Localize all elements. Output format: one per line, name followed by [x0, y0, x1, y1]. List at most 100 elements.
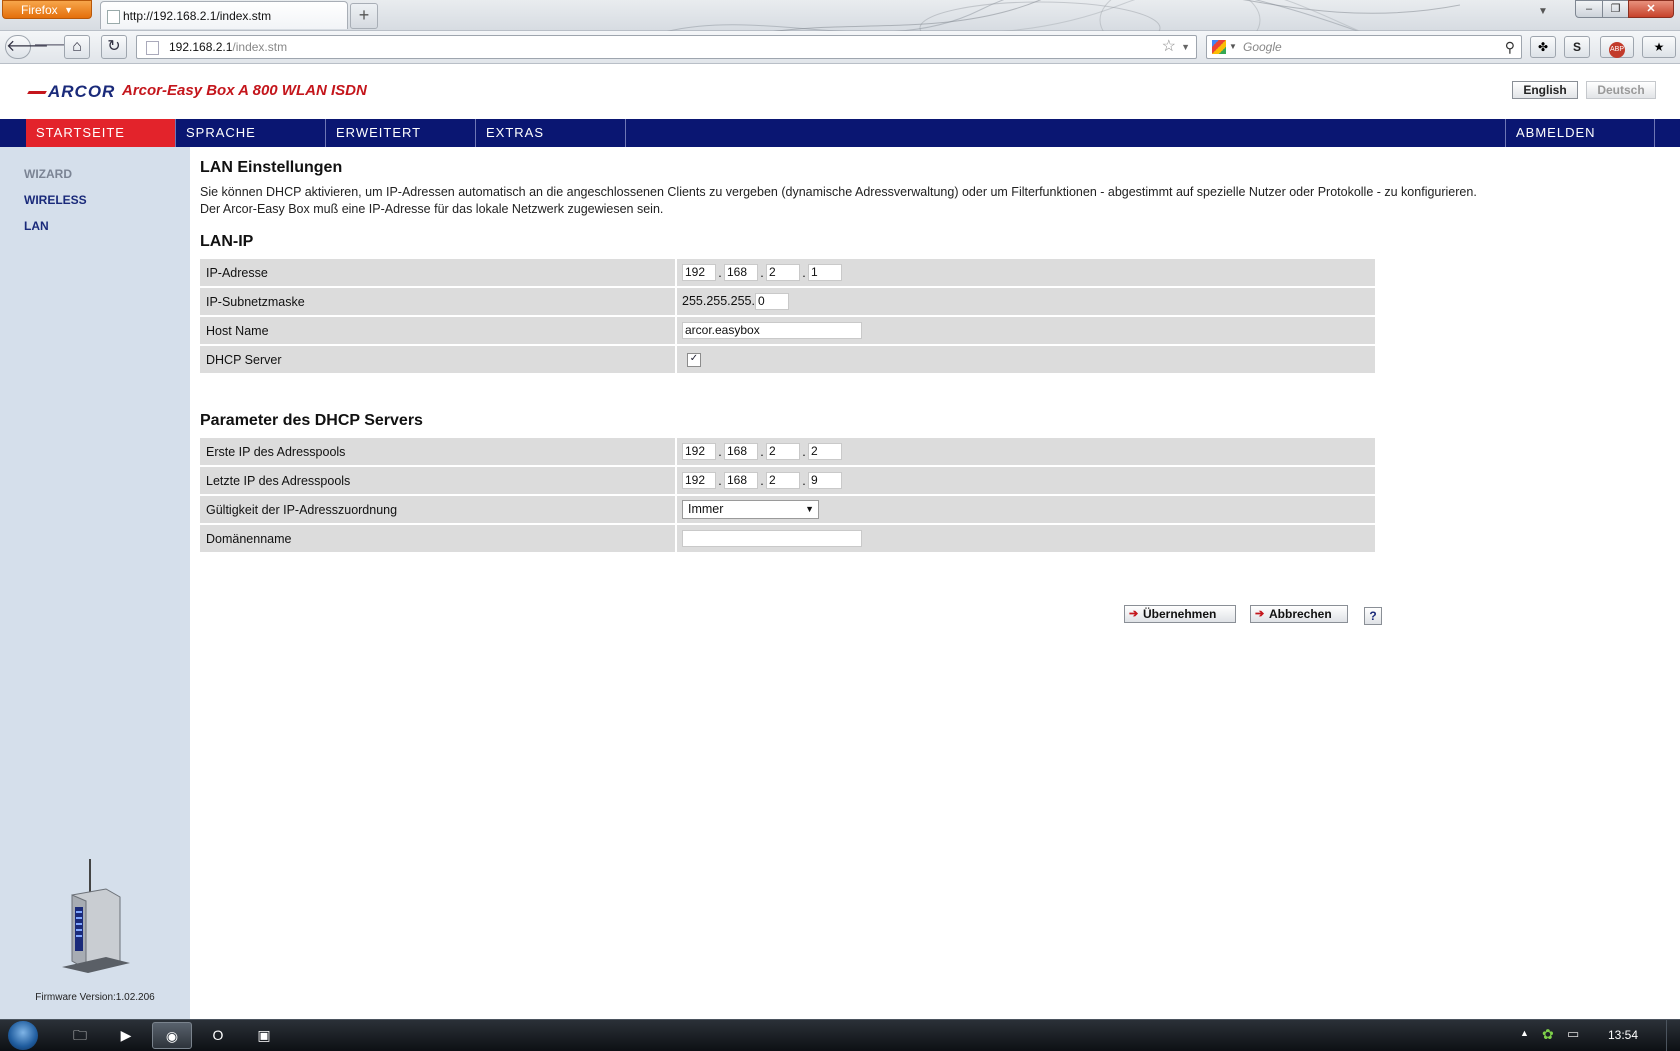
logo-swoosh-icon [27, 91, 47, 95]
firefox-button-label: Firefox [21, 3, 58, 17]
media-player-icon: ▶ [120, 1027, 132, 1043]
table-row: IP-Subnetzmaske 255.255.255. 0 [200, 288, 1375, 315]
chevron-down-icon: ▼ [64, 5, 73, 15]
bookmark-star-icon[interactable]: ☆ [1162, 36, 1176, 58]
domain-name-input[interactable] [682, 530, 862, 547]
browser-tab[interactable]: http://192.168.2.1/index.stm [100, 1, 348, 29]
table-row: Host Name arcor.easybox [200, 317, 1375, 344]
section-title-lan-ip: LAN-IP [200, 233, 254, 250]
ip-octet-3-input[interactable]: 2 [766, 264, 800, 281]
ip-octet-1-input[interactable]: 192 [682, 264, 716, 281]
brand-name: ARCOR [48, 82, 116, 101]
main-menu: STARTSEITE SPRACHE ERWEITERT EXTRAS ABME… [0, 119, 1680, 147]
new-tab-button[interactable]: + [350, 3, 378, 29]
forward-button[interactable]: 🡒 [33, 35, 76, 59]
reload-button[interactable]: ↻ [101, 35, 127, 59]
firefox-icon: ◉ [165, 1028, 179, 1044]
taskbar-media-player-button[interactable]: ▶ [106, 1022, 146, 1049]
ip-address-fields: 192. 168. 2. 1 [677, 259, 1375, 286]
cancel-button-label: Abbrechen [1269, 607, 1332, 621]
search-bar[interactable]: ▼ Google ⚲ [1206, 35, 1522, 59]
menu-extras[interactable]: EXTRAS [476, 119, 626, 147]
ip-octet-4-input[interactable]: 1 [808, 264, 842, 281]
show-hidden-icons-icon[interactable]: ▲ [1520, 1028, 1529, 1038]
addon-puzzle-button[interactable]: ✤ [1530, 36, 1556, 58]
taskbar-app-button[interactable]: ▣ [244, 1022, 284, 1049]
first-ip-octet-4-input[interactable]: 2 [808, 443, 842, 460]
language-deutsch-button[interactable]: Deutsch [1586, 81, 1656, 99]
ip-octet-2-input[interactable]: 168 [724, 264, 758, 281]
puzzle-icon: ✤ [1537, 40, 1549, 54]
subnet-last-octet-input[interactable]: 0 [755, 293, 789, 310]
last-ip-octet-4-input[interactable]: 9 [808, 472, 842, 489]
language-english-button[interactable]: English [1512, 81, 1578, 99]
browser-navigation-bar: 🡐 🡒 ⌂ ↻ 192.168.2.1/index.stm ☆ ▼ ▼ Goog… [0, 31, 1680, 64]
menu-erweitert[interactable]: ERWEITERT [326, 119, 476, 147]
window-close-button[interactable]: ✕ [1628, 0, 1674, 18]
last-ip-octet-1-input[interactable]: 192 [682, 472, 716, 489]
tray-app-icon[interactable]: ✿ [1542, 1026, 1554, 1043]
last-ip-octet-2-input[interactable]: 168 [724, 472, 758, 489]
first-ip-octet-1-input[interactable]: 192 [682, 443, 716, 460]
address-bar[interactable]: 192.168.2.1/index.stm ☆ ▼ [136, 35, 1197, 59]
search-magnifier-icon[interactable]: ⚲ [1505, 36, 1515, 58]
show-desktop-button[interactable] [1666, 1020, 1680, 1051]
product-name: Arcor-Easy Box A 800 WLAN ISDN [122, 82, 367, 99]
host-name-label: Host Name [200, 317, 677, 344]
host-name-cell: arcor.easybox [677, 317, 1375, 344]
adblock-badge-icon: ABP [1609, 42, 1625, 58]
page-favicon-icon [107, 10, 120, 24]
lease-time-value: Immer [688, 502, 724, 516]
taskbar-clock[interactable]: 13:54 [1608, 1028, 1638, 1042]
menu-startseite[interactable]: STARTSEITE [26, 119, 176, 147]
dhcp-server-label: DHCP Server [200, 346, 677, 373]
menu-abmelden[interactable]: ABMELDEN [1505, 119, 1655, 147]
last-ip-label: Letzte IP des Adresspools [200, 467, 677, 494]
adblock-button[interactable]: ABP [1600, 36, 1634, 58]
table-row: Gültigkeit der IP-Adresszuordnung Immer ▼ [200, 496, 1375, 523]
subnet-mask-fields: 255.255.255. 0 [677, 288, 1375, 315]
back-button[interactable]: 🡐 [5, 35, 49, 59]
lease-time-label: Gültigkeit der IP-Adresszuordnung [200, 496, 677, 523]
first-ip-label: Erste IP des Adresspools [200, 438, 677, 465]
last-ip-octet-3-input[interactable]: 2 [766, 472, 800, 489]
network-icon[interactable]: ▭ [1567, 1026, 1579, 1042]
table-row: DHCP Server ✓ [200, 346, 1375, 373]
bookmarks-menu-button[interactable]: ★ [1642, 36, 1676, 58]
home-icon: ⌂ [72, 38, 82, 55]
window-minimize-button[interactable]: – [1575, 0, 1603, 18]
first-ip-octet-2-input[interactable]: 168 [724, 443, 758, 460]
taskbar-firefox-button[interactable]: ◉ [152, 1022, 192, 1049]
home-button[interactable]: ⌂ [64, 35, 90, 59]
subnet-prefix: 255.255.255. [682, 293, 755, 308]
sidebar-item-wireless[interactable]: WIRELESS [24, 193, 87, 207]
sidebar-item-wizard[interactable]: WIZARD [24, 167, 72, 181]
menu-sprache[interactable]: SPRACHE [176, 119, 326, 147]
firmware-version: Firmware Version:1.02.206 [35, 992, 155, 1003]
dhcp-server-cell: ✓ [677, 346, 1375, 373]
apply-button-label: Übernehmen [1143, 607, 1217, 621]
bookmarks-star-icon: ★ [1653, 40, 1665, 54]
dhcp-server-checkbox[interactable]: ✓ [687, 352, 701, 367]
lease-time-select[interactable]: Immer ▼ [682, 500, 819, 519]
taskbar-opera-button[interactable]: O [198, 1022, 238, 1049]
description-line-1: Sie können DHCP aktivieren, um IP-Adress… [200, 185, 1477, 199]
apply-button[interactable]: ➔ Übernehmen [1124, 605, 1236, 623]
folder-icon: 🗀 [73, 1027, 87, 1043]
sidebar-item-lan[interactable]: LAN [24, 219, 49, 233]
addon-s-button[interactable]: S [1564, 36, 1590, 58]
url-history-dropdown-icon[interactable]: ▼ [1181, 36, 1190, 58]
first-ip-octet-3-input[interactable]: 2 [766, 443, 800, 460]
engine-dropdown-icon[interactable]: ▼ [1229, 36, 1237, 58]
start-button[interactable] [8, 1021, 38, 1050]
help-button[interactable]: ? [1364, 607, 1382, 625]
google-engine-icon[interactable] [1212, 40, 1226, 54]
cancel-button[interactable]: ➔ Abbrechen [1250, 605, 1348, 623]
list-all-tabs-icon[interactable]: ▼ [1538, 6, 1548, 17]
window-restore-button[interactable]: ❐ [1602, 0, 1629, 18]
domain-name-label: Domänenname [200, 525, 677, 552]
taskbar-explorer-button[interactable]: 🗀 [60, 1022, 100, 1049]
host-name-input[interactable]: arcor.easybox [682, 322, 862, 339]
firefox-menu-button[interactable]: Firefox ▼ [2, 0, 92, 19]
sidebar: WIZARD WIRELESS LAN Firmware Version:1.0… [0, 147, 190, 1019]
